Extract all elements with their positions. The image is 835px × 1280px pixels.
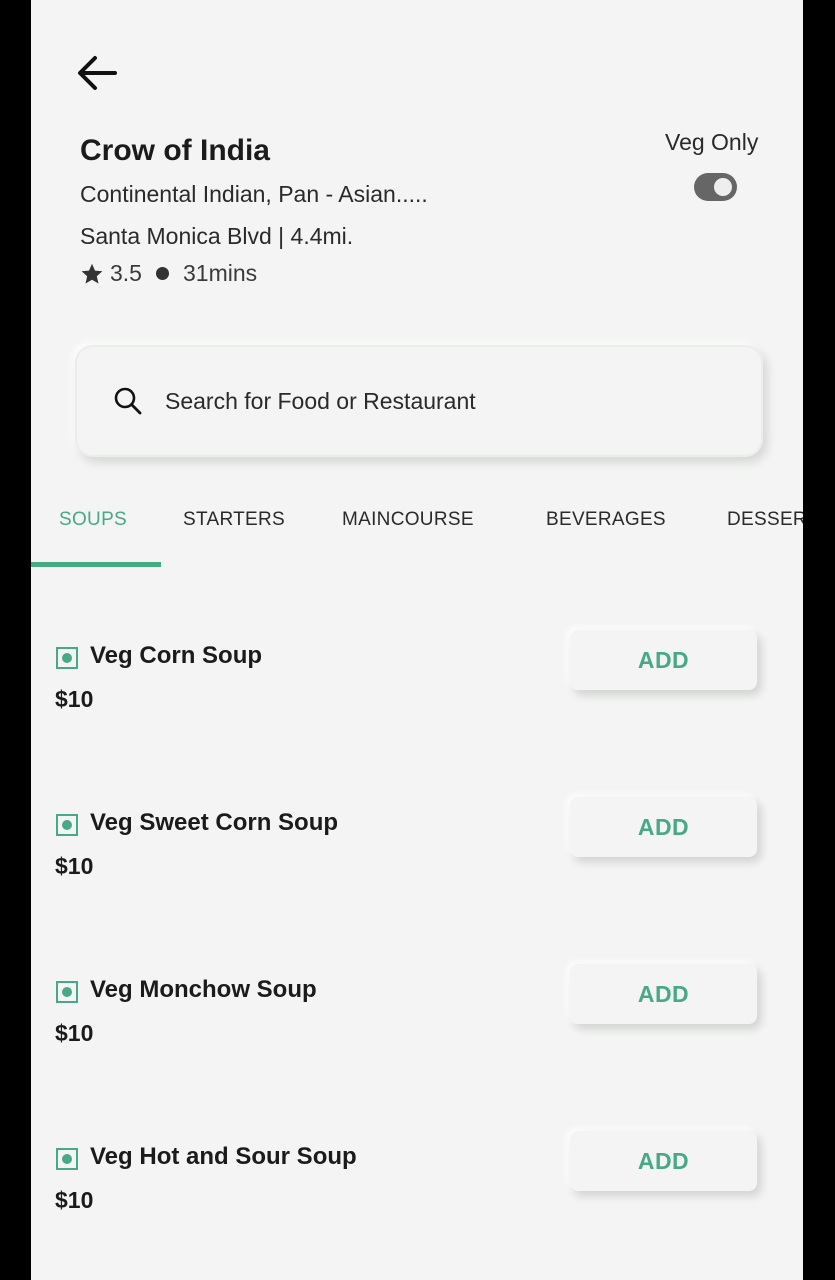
- tab-maincourse[interactable]: MAINCOURSE: [342, 509, 474, 531]
- category-tabs: SOUPS STARTERS MAINCOURSE BEVERAGES DESS…: [31, 500, 803, 568]
- separator-dot: [155, 267, 169, 280]
- veg-only-toggle[interactable]: [694, 173, 737, 201]
- restaurant-address: Santa Monica Blvd | 4.4mi.: [80, 223, 354, 249]
- menu-item: Veg Corn Soup $10 ADD: [31, 630, 803, 730]
- active-tab-indicator: [31, 562, 161, 567]
- menu-item: Veg Sweet Corn Soup $10 ADD: [31, 797, 803, 897]
- restaurant-menu-screen: Crow of India Continental Indian, Pan - …: [31, 0, 803, 1280]
- menu-item-price: $10: [55, 853, 94, 879]
- menu-item-price: $10: [55, 1187, 94, 1213]
- menu-item-name: Veg Monchow Soup: [90, 976, 317, 1003]
- delivery-time: 31mins: [182, 260, 258, 286]
- restaurant-name: Crow of India: [80, 134, 270, 167]
- menu-item-price: $10: [55, 1020, 94, 1046]
- search-bar[interactable]: [75, 345, 763, 457]
- add-button[interactable]: ADD: [570, 797, 757, 857]
- menu-item-name: Veg Corn Soup: [90, 642, 263, 669]
- menu-item-name: Veg Hot and Sour Soup: [90, 1143, 357, 1170]
- tab-desserts[interactable]: DESSERTS: [727, 509, 803, 531]
- tab-starters[interactable]: STARTERS: [183, 509, 285, 531]
- restaurant-cuisine: Continental Indian, Pan - Asian.....: [80, 181, 428, 207]
- add-button[interactable]: ADD: [570, 964, 757, 1024]
- add-button[interactable]: ADD: [570, 1131, 757, 1191]
- menu-item-name: Veg Sweet Corn Soup: [90, 809, 339, 836]
- tab-soups[interactable]: SOUPS: [59, 509, 127, 531]
- toggle-knob: [714, 178, 732, 196]
- veg-indicator-icon: [56, 647, 78, 669]
- search-icon: [114, 387, 142, 415]
- veg-indicator-icon: [56, 1148, 78, 1170]
- veg-only-label: Veg Only: [665, 129, 759, 155]
- star-icon: [81, 263, 103, 283]
- veg-indicator-icon: [56, 981, 78, 1003]
- menu-item-price: $10: [55, 686, 94, 712]
- back-button[interactable]: [75, 52, 119, 94]
- tab-beverages[interactable]: BEVERAGES: [546, 509, 666, 531]
- rating-value: 3.5: [110, 260, 142, 286]
- search-input[interactable]: [163, 386, 687, 416]
- back-arrow-icon: [78, 56, 117, 90]
- menu-item: Veg Hot and Sour Soup $10 ADD: [31, 1131, 803, 1231]
- veg-indicator-icon: [56, 814, 78, 836]
- add-button[interactable]: ADD: [570, 630, 757, 690]
- menu-item: Veg Monchow Soup $10 ADD: [31, 964, 803, 1064]
- restaurant-meta: 3.5 31mins: [80, 260, 257, 287]
